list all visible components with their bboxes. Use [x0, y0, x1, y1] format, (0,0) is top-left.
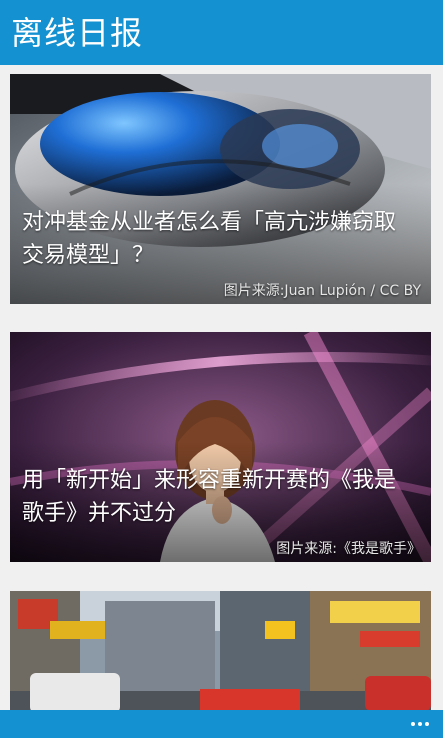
news-feed[interactable]: 对冲基金从业者怎么看「高亢涉嫌窃取交易模型」？ 图片来源:Juan Lupión…	[0, 65, 443, 710]
app-header: 离线日报	[0, 0, 443, 65]
card-title[interactable]: 对冲基金从业者怎么看「高亢涉嫌窃取交易模型」？	[22, 206, 417, 272]
card-title[interactable]: 用「新开始」来形容重新开赛的《我是歌手》并不过分	[22, 464, 417, 530]
ellipsis-icon	[411, 722, 429, 726]
image-credit: 图片来源:《我是歌手》	[276, 541, 421, 557]
app-title: 离线日报	[11, 14, 144, 52]
image-credit: 图片来源:Juan Lupión / CC BY	[223, 283, 421, 299]
news-card[interactable]	[10, 591, 431, 710]
news-card[interactable]: 对冲基金从业者怎么看「高亢涉嫌窃取交易模型」？ 图片来源:Juan Lupión…	[10, 74, 431, 304]
more-button[interactable]	[405, 712, 435, 736]
app-bar	[0, 710, 443, 738]
news-card[interactable]: 用「新开始」来形容重新开赛的《我是歌手》并不过分 图片来源:《我是歌手》	[10, 332, 431, 562]
card-image-street	[10, 591, 431, 710]
